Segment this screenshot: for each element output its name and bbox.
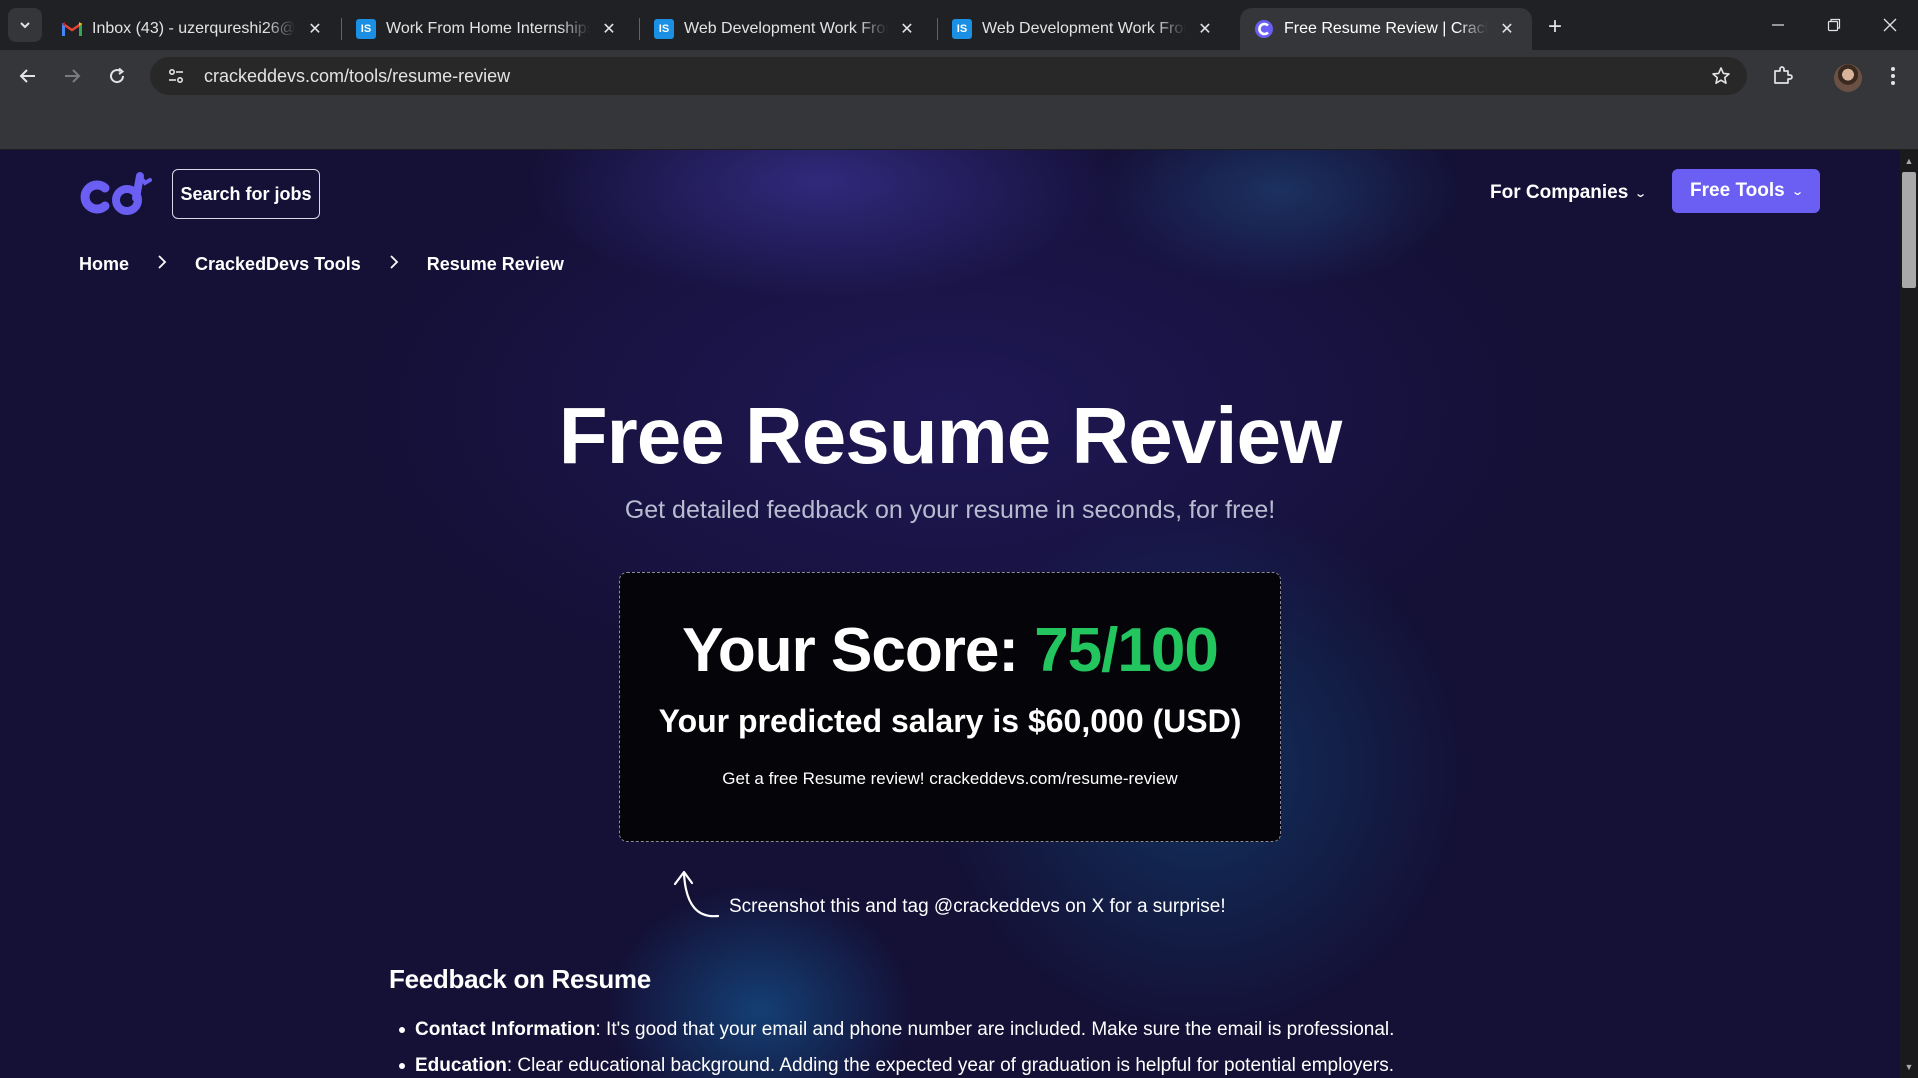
restore-icon bbox=[1827, 18, 1841, 32]
breadcrumb-current: Resume Review bbox=[426, 254, 564, 274]
promo-text: Get a free Resume review! crackeddevs.co… bbox=[722, 769, 1178, 788]
scrollbar-thumb[interactable] bbox=[1902, 172, 1916, 288]
arrow-right-icon bbox=[65, 69, 81, 83]
chevron-right-icon bbox=[389, 255, 399, 274]
internshala-icon: IS bbox=[356, 19, 376, 39]
site-settings-icon[interactable] bbox=[162, 62, 190, 90]
chevron-down-icon: ⌄ bbox=[1634, 187, 1648, 200]
tab-title: Work From Home Internships: Delhi bbox=[386, 20, 590, 37]
close-tab-icon[interactable]: ✕ bbox=[598, 18, 620, 40]
tab-title: Web Development Work From Home bbox=[982, 20, 1186, 37]
close-tab-icon[interactable]: ✕ bbox=[1194, 18, 1216, 40]
url-text[interactable]: crackeddevs.com/tools/resume-review bbox=[204, 66, 510, 87]
arrow-left-icon bbox=[19, 69, 35, 83]
free-tools-button[interactable]: Free Tools ⌄ bbox=[1672, 169, 1820, 213]
tab-title: Web Development Work From Home bbox=[684, 20, 888, 37]
bookmark-star-icon[interactable] bbox=[1709, 64, 1733, 88]
feedback-list: Contact Information: It's good that your… bbox=[399, 1018, 1615, 1078]
new-tab-button[interactable]: + bbox=[1540, 12, 1570, 42]
browser-tab-internshala-2[interactable]: IS Web Development Work From Home ✕ bbox=[640, 8, 932, 50]
breadcrumb: Home CrackedDevs Tools Resume Review bbox=[79, 254, 564, 275]
feedback-item: Contact Information: It's good that your… bbox=[399, 1018, 1615, 1054]
search-jobs-button[interactable]: Search for jobs bbox=[172, 169, 320, 219]
for-companies-menu[interactable]: For Companies ⌄ bbox=[1490, 182, 1648, 204]
feedback-heading: Feedback on Resume bbox=[389, 964, 651, 994]
minimize-button[interactable] bbox=[1750, 0, 1806, 50]
reload-icon bbox=[110, 67, 125, 84]
tab-title: Inbox (43) - uzerqureshi26@gmail.com bbox=[92, 20, 296, 37]
chevron-down-icon bbox=[20, 22, 30, 29]
chevron-right-icon bbox=[157, 255, 167, 274]
extensions-icon[interactable] bbox=[1768, 62, 1796, 90]
page-title: Free Resume Review bbox=[558, 391, 1342, 480]
for-companies-label: For Companies bbox=[1490, 182, 1629, 203]
close-tab-icon[interactable]: ✕ bbox=[304, 18, 326, 40]
breadcrumb-tools[interactable]: CrackedDevs Tools bbox=[195, 254, 361, 275]
scroll-down-icon[interactable]: ▼ bbox=[1900, 1058, 1918, 1076]
curved-arrow-icon bbox=[673, 870, 720, 918]
feedback-item-text: : It's good that your email and phone nu… bbox=[595, 1019, 1395, 1040]
browser-menu-icon[interactable] bbox=[1879, 62, 1907, 90]
restore-button[interactable] bbox=[1806, 0, 1862, 50]
gmail-icon bbox=[62, 19, 82, 39]
feedback-item: Education: Clear educational background.… bbox=[399, 1054, 1615, 1078]
breadcrumb-home[interactable]: Home bbox=[79, 254, 129, 275]
browser-tab-gmail[interactable]: Inbox (43) - uzerqureshi26@gmail.com ✕ bbox=[48, 8, 340, 50]
page-viewport: Search for jobs For Companies ⌄ Free Too… bbox=[0, 150, 1900, 1078]
share-hint: Screenshot this and tag @crackeddevs on … bbox=[729, 896, 1226, 917]
forward-button[interactable] bbox=[54, 58, 90, 94]
page-subtitle: Get detailed feedback on your resume in … bbox=[624, 496, 1276, 524]
score-line: Your Score: 75/100 bbox=[620, 615, 1280, 686]
minimize-icon bbox=[1772, 24, 1784, 26]
close-tab-icon[interactable]: ✕ bbox=[896, 18, 918, 40]
crackeddevs-icon bbox=[1254, 19, 1274, 39]
scroll-up-icon[interactable]: ▲ bbox=[1900, 152, 1918, 170]
feedback-item-label: Contact Information bbox=[415, 1019, 596, 1040]
score-label: Your Score: bbox=[682, 616, 1035, 685]
chevron-down-icon: ⌄ bbox=[1790, 185, 1804, 198]
address-bar[interactable]: crackeddevs.com/tools/resume-review bbox=[150, 57, 1747, 95]
profile-avatar[interactable] bbox=[1834, 64, 1862, 92]
tab-title: Free Resume Review | CrackedDevs bbox=[1284, 20, 1488, 37]
score-value: 75/100 bbox=[1034, 616, 1219, 685]
free-tools-label: Free Tools bbox=[1690, 180, 1785, 201]
internshala-icon: IS bbox=[654, 19, 674, 39]
crackeddevs-logo[interactable] bbox=[78, 168, 152, 220]
browser-tab-strip: Inbox (43) - uzerqureshi26@gmail.com ✕ I… bbox=[0, 0, 1918, 50]
bookmarks-bar bbox=[0, 102, 1918, 150]
page-scrollbar[interactable]: ▲ ▼ bbox=[1900, 150, 1918, 1078]
predicted-salary: Your predicted salary is $60,000 (USD) bbox=[658, 703, 1242, 739]
browser-tab-internshala-1[interactable]: IS Work From Home Internships: Delhi ✕ bbox=[342, 8, 634, 50]
close-icon bbox=[1883, 18, 1897, 32]
close-window-button[interactable] bbox=[1862, 0, 1918, 50]
reload-button[interactable] bbox=[99, 58, 135, 94]
score-card: Your Score: 75/100 Your predicted salary… bbox=[619, 572, 1281, 842]
close-tab-icon[interactable]: ✕ bbox=[1496, 18, 1518, 40]
internshala-icon: IS bbox=[952, 19, 972, 39]
browser-toolbar: crackeddevs.com/tools/resume-review bbox=[0, 50, 1918, 102]
feedback-item-label: Education bbox=[415, 1055, 507, 1076]
browser-tab-crackeddevs[interactable]: Free Resume Review | CrackedDevs ✕ bbox=[1240, 8, 1532, 50]
tab-search-button[interactable] bbox=[8, 8, 42, 42]
back-button[interactable] bbox=[10, 58, 46, 94]
feedback-item-text: : Clear educational background. Adding t… bbox=[506, 1055, 1395, 1076]
browser-tab-internshala-3[interactable]: IS Web Development Work From Home ✕ bbox=[938, 8, 1230, 50]
